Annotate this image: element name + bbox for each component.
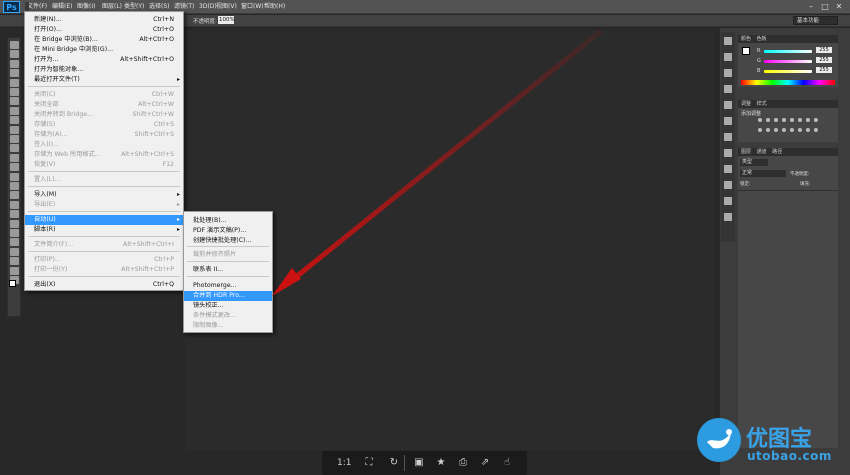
watermark-url: utobao.com xyxy=(747,449,832,463)
favorite-icon[interactable]: ★ xyxy=(434,456,448,470)
red-arrow-annotation xyxy=(272,29,603,296)
like-icon[interactable]: ☝ xyxy=(500,456,514,470)
rotate-icon[interactable]: ↻ xyxy=(387,456,401,470)
print-icon[interactable]: ⎙ xyxy=(456,456,470,470)
fit-screen-icon[interactable]: ⛶ xyxy=(362,456,376,470)
save-icon[interactable]: ▣ xyxy=(412,456,426,470)
divider xyxy=(404,455,405,471)
watermark-bird-logo xyxy=(697,418,741,462)
arrow-head xyxy=(272,268,301,296)
share-icon[interactable]: ⇗ xyxy=(478,456,492,470)
zoom-1to1-button[interactable]: 1:1 xyxy=(337,456,351,470)
arrow-shaft xyxy=(283,29,603,288)
